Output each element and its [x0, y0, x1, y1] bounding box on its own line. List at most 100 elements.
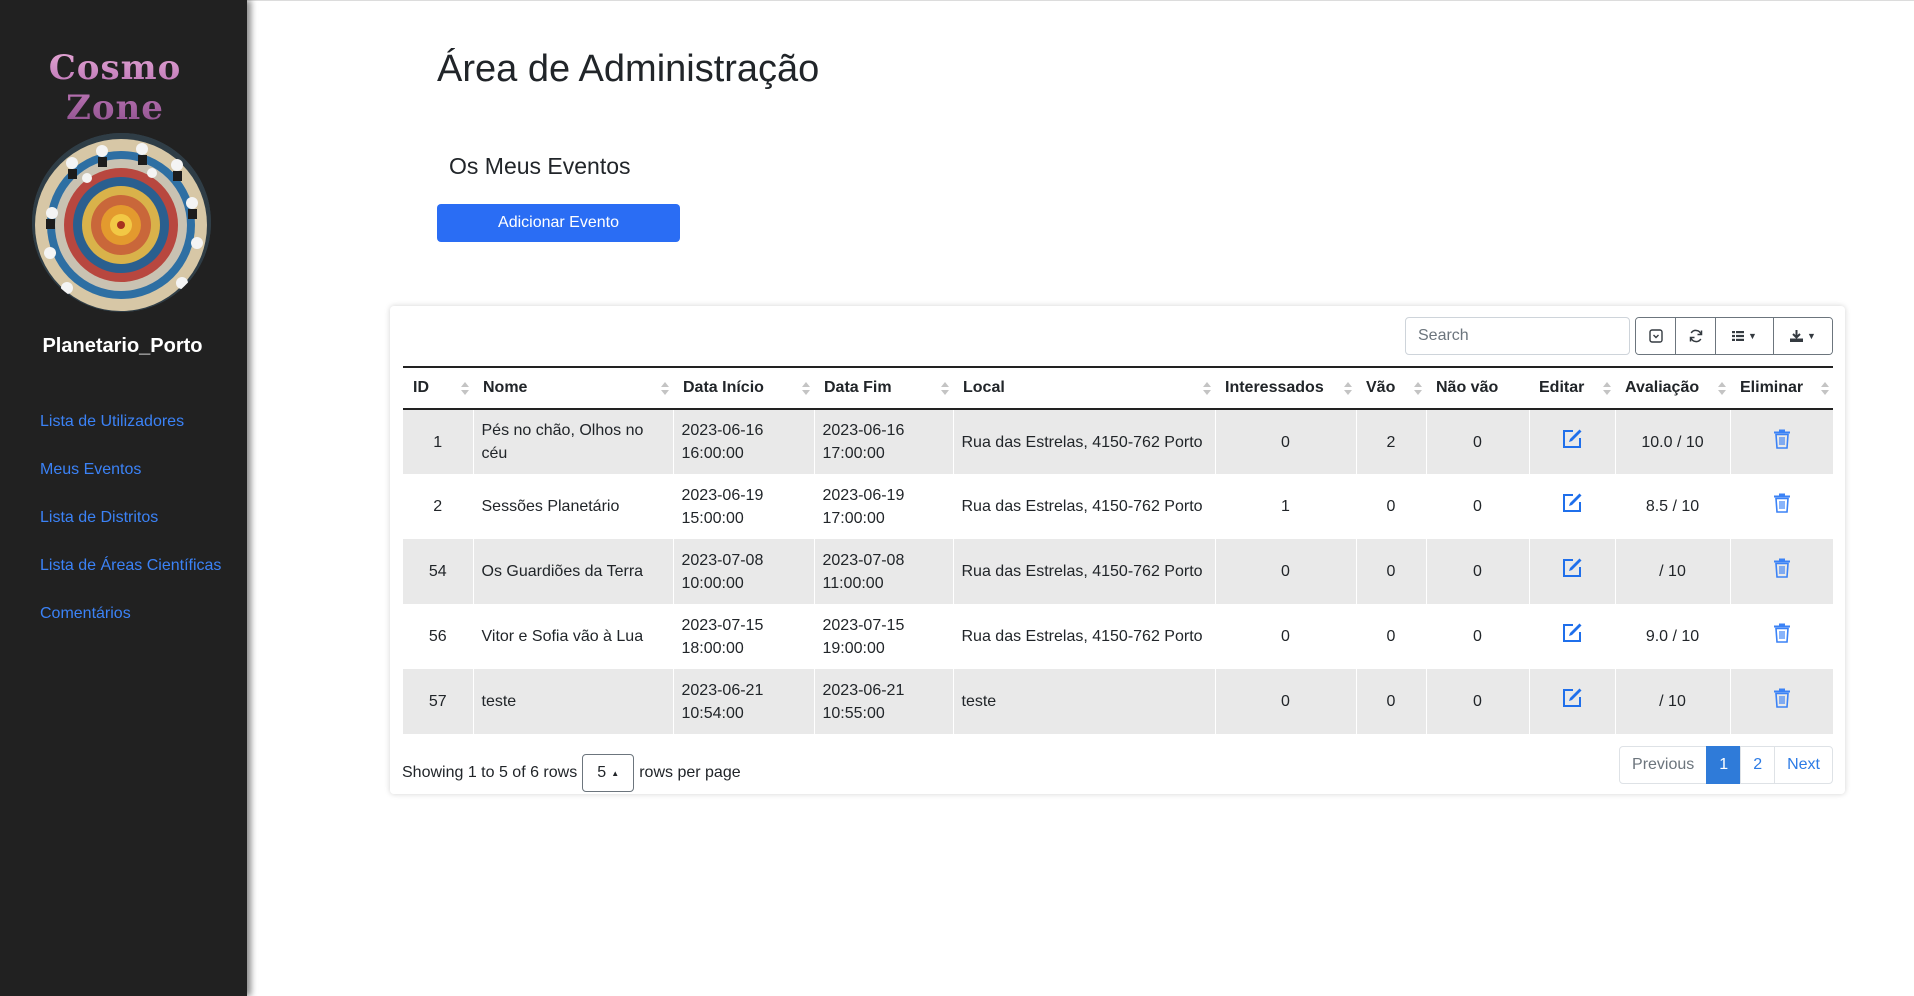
page-1-button[interactable]: 1: [1706, 746, 1742, 784]
cell-id: 56: [403, 604, 474, 669]
trash-icon[interactable]: [1773, 493, 1791, 520]
cell-interessados: 0: [1215, 539, 1357, 604]
avatar: [32, 133, 211, 312]
cell-id: 57: [403, 669, 474, 734]
header-label: Data Início: [683, 379, 764, 396]
table-body: 1 Pés no chão, Olhos no céu 2023-06-16 1…: [403, 409, 1833, 734]
edit-icon[interactable]: [1560, 427, 1584, 458]
column-header-id[interactable]: ID: [403, 366, 473, 410]
toolbar-button-group: ▼ ▼: [1635, 317, 1833, 355]
cell-id: 1: [403, 409, 474, 474]
cell-vao: 2: [1356, 409, 1427, 474]
cell-nao-vao: 0: [1426, 669, 1530, 734]
columns-icon: [1732, 331, 1745, 341]
add-event-button[interactable]: Adicionar Evento: [437, 204, 680, 242]
edit-icon[interactable]: [1560, 491, 1584, 522]
header-label: Editar: [1539, 379, 1585, 396]
column-header-data-fim[interactable]: Data Fim: [814, 366, 953, 410]
pagination: Previous 1 2 Next: [1619, 746, 1833, 784]
sidebar-item-lista-areas-cientificas[interactable]: Lista de Áreas Científicas: [40, 554, 230, 578]
section-title: Os Meus Eventos: [449, 153, 631, 179]
cell-avaliacao: / 10: [1615, 539, 1731, 604]
header-label: Data Fim: [824, 379, 892, 396]
page-size-select[interactable]: 5 ▲: [582, 754, 635, 792]
header-label: Interessados: [1225, 379, 1324, 396]
previous-page-button[interactable]: Previous: [1619, 746, 1708, 784]
cell-eliminar: [1730, 539, 1833, 604]
toggle-view-button[interactable]: [1636, 318, 1676, 354]
column-header-local[interactable]: Local: [953, 366, 1215, 410]
cell-nao-vao: 0: [1426, 539, 1530, 604]
next-page-button[interactable]: Next: [1774, 746, 1833, 784]
trash-icon[interactable]: [1773, 429, 1791, 456]
cell-data-inicio: 2023-06-16 16:00:00: [673, 409, 815, 474]
sidebar-item-lista-utilizadores[interactable]: Lista de Utilizadores: [40, 410, 230, 434]
showing-text: Showing 1 to 5 of 6 rows: [402, 764, 578, 781]
search-input[interactable]: [1405, 317, 1630, 355]
cell-local: Rua das Estrelas, 4150-762 Porto: [953, 474, 1216, 539]
cell-editar: [1529, 474, 1616, 539]
header-label: Não vão: [1436, 379, 1499, 396]
edit-icon[interactable]: [1560, 686, 1584, 717]
cell-data-fim: 2023-06-19 17:00:00: [814, 474, 954, 539]
caret-down-icon: ▼: [1748, 331, 1757, 341]
header-label: Local: [963, 379, 1005, 396]
cell-eliminar: [1730, 474, 1833, 539]
cell-id: 54: [403, 539, 474, 604]
cell-data-fim: 2023-07-08 11:00:00: [814, 539, 954, 604]
cell-nome: Sessões Planetário: [473, 474, 674, 539]
cell-local: Rua das Estrelas, 4150-762 Porto: [953, 409, 1216, 474]
table-row: 54 Os Guardiões da Terra 2023-07-08 10:0…: [403, 539, 1833, 604]
sidebar-item-meus-eventos[interactable]: Meus Eventos: [40, 458, 230, 482]
edit-icon[interactable]: [1560, 556, 1584, 587]
cell-data-inicio: 2023-07-15 18:00:00: [673, 604, 815, 669]
column-header-avaliacao[interactable]: Avaliação: [1615, 366, 1730, 410]
cell-interessados: 0: [1215, 409, 1357, 474]
column-header-editar[interactable]: Editar: [1529, 366, 1615, 410]
cell-id: 2: [403, 474, 474, 539]
sidebar-nav: Lista de Utilizadores Meus Eventos Lista…: [40, 410, 230, 650]
table-row: 2 Sessões Planetário 2023-06-19 15:00:00…: [403, 474, 1833, 539]
cell-editar: [1529, 669, 1616, 734]
page-2-button[interactable]: 2: [1740, 746, 1776, 784]
cell-eliminar: [1730, 409, 1833, 474]
cell-nao-vao: 0: [1426, 409, 1530, 474]
cell-local: Rua das Estrelas, 4150-762 Porto: [953, 539, 1216, 604]
toggle-icon: [1648, 329, 1663, 343]
column-header-data-inicio[interactable]: Data Início: [673, 366, 814, 410]
edit-icon[interactable]: [1560, 621, 1584, 652]
trash-icon[interactable]: [1773, 688, 1791, 715]
sort-icon: [941, 382, 949, 395]
username: Planetario_Porto: [42, 335, 203, 357]
column-header-nao-vao[interactable]: Não vão: [1426, 366, 1529, 410]
column-header-eliminar[interactable]: Eliminar: [1730, 366, 1833, 410]
sort-icon: [1344, 382, 1352, 395]
column-header-vao[interactable]: Vão: [1356, 366, 1426, 410]
brand-logo[interactable]: Cosmo Zone: [0, 48, 230, 128]
caret-down-icon: ▼: [1807, 331, 1816, 341]
cell-data-fim: 2023-06-21 10:55:00: [814, 669, 954, 734]
cell-editar: [1529, 604, 1616, 669]
export-dropdown-button[interactable]: ▼: [1774, 318, 1832, 354]
export-icon: [1790, 330, 1804, 342]
cell-eliminar: [1730, 669, 1833, 734]
sort-icon: [661, 382, 669, 395]
sidebar-item-lista-distritos[interactable]: Lista de Distritos: [40, 506, 230, 530]
sidebar-item-comentarios[interactable]: Comentários: [40, 602, 230, 626]
table-row: 57 teste 2023-06-21 10:54:00 2023-06-21 …: [403, 669, 1833, 734]
cell-editar: [1529, 409, 1616, 474]
refresh-button[interactable]: [1676, 318, 1716, 354]
header-label: ID: [413, 379, 429, 396]
trash-icon[interactable]: [1773, 623, 1791, 650]
cell-data-inicio: 2023-06-21 10:54:00: [673, 669, 815, 734]
top-border: [0, 0, 1914, 1]
cell-avaliacao: 10.0 / 10: [1615, 409, 1731, 474]
events-table: ID Nome Data Início Data Fim Local Inter…: [403, 366, 1833, 734]
trash-icon[interactable]: [1773, 558, 1791, 585]
columns-dropdown-button[interactable]: ▼: [1716, 318, 1774, 354]
column-header-nome[interactable]: Nome: [473, 366, 673, 410]
cell-local: Rua das Estrelas, 4150-762 Porto: [953, 604, 1216, 669]
cell-interessados: 1: [1215, 474, 1357, 539]
sort-icon: [461, 382, 469, 395]
column-header-interessados[interactable]: Interessados: [1215, 366, 1356, 410]
